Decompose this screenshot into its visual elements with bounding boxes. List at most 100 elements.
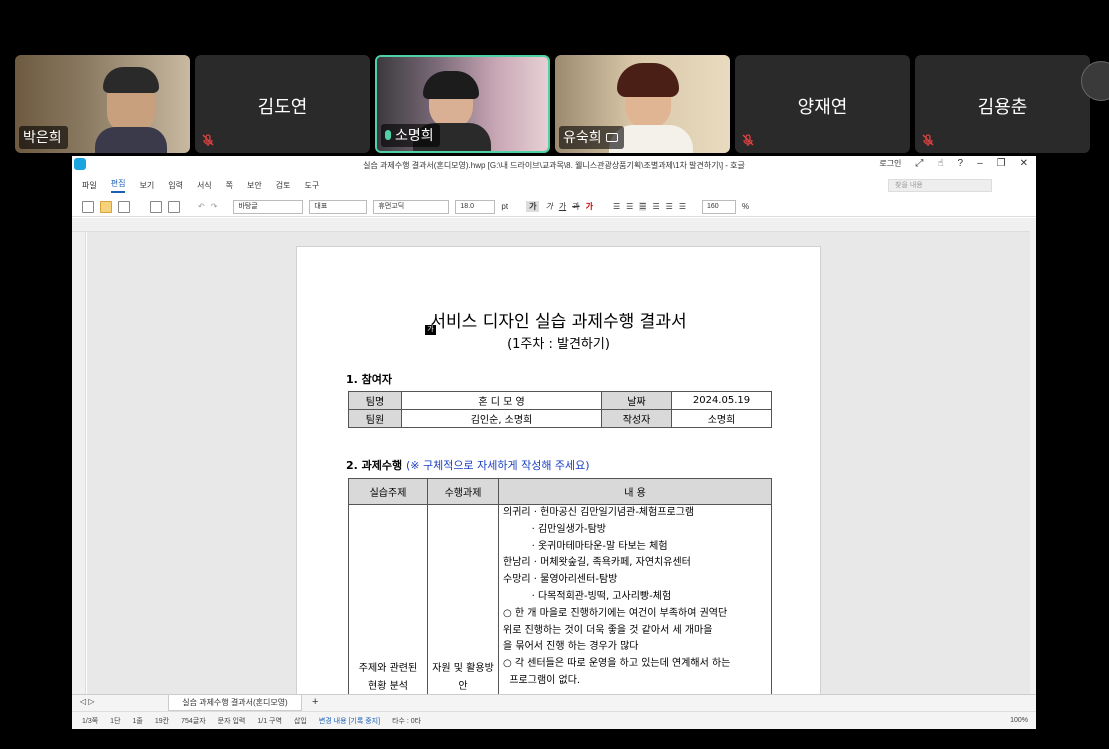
document-window: 실습 과제수행 결과서(혼디모영).hwp [G:\내 드라이브\교과목\8. …	[72, 156, 1036, 729]
participant-tile-2[interactable]: 김도연	[195, 55, 370, 153]
paragraph-select[interactable]: 대표	[309, 199, 368, 214]
content-line: 의귀리 · 헌마공신 김만일기념관-체험프로그램	[503, 507, 695, 518]
search-input[interactable]: 찾을 내용	[888, 179, 992, 192]
content-line: 위로 진행하는 것이 더욱 좋을 것 같아서 세 개마을	[503, 624, 713, 636]
align-left-icon[interactable]: ☰	[613, 202, 620, 211]
mic-active-icon	[385, 130, 391, 140]
new-doc-icon[interactable]	[82, 200, 94, 213]
participant-name-tag: 소명희	[381, 124, 440, 147]
doc-title: 서비스 디자인 실습 과제수행 결과서	[430, 312, 687, 332]
style-select[interactable]: 바탕글	[233, 199, 304, 214]
status-bar: 1/3쪽 1단 1줄 19칸 754글자 문자 입력 1/1 구역 삽입 변경 …	[72, 711, 1036, 729]
menu-review[interactable]: 검토	[276, 180, 291, 191]
status-area: 1/1 구역	[257, 717, 282, 725]
status-chars: 754글자	[181, 717, 206, 725]
undo-icon[interactable]: ↶	[198, 202, 205, 211]
pin-icon[interactable]: ☝	[937, 158, 943, 169]
participant-name-tag: 유숙희	[559, 126, 624, 149]
bold-button[interactable]: 가	[526, 201, 540, 212]
participant-tile-4[interactable]: 유숙희	[555, 55, 730, 153]
font-color-icon[interactable]: 가	[586, 201, 593, 212]
status-insert[interactable]: 삽입	[294, 716, 307, 726]
underline-button[interactable]: 가	[559, 201, 566, 212]
menu-insert[interactable]: 입력	[168, 180, 183, 191]
participant-name: 소명희	[395, 127, 434, 143]
mic-muted-icon	[921, 133, 935, 147]
section-1-title: 1. 참여자	[346, 373, 393, 386]
menu-view[interactable]: 보기	[139, 180, 154, 191]
status-line: 1줄	[132, 717, 143, 725]
content-line: 프로그램이 없다.	[503, 674, 581, 686]
align-right-icon[interactable]: ☰	[652, 202, 659, 211]
col-header-topic: 실습주제	[348, 478, 428, 505]
menu-edit[interactable]: 편집	[110, 178, 126, 193]
menu-format[interactable]: 서식	[197, 180, 212, 191]
participant-name: 양재연	[797, 97, 848, 117]
date-value: 2024.05.19	[671, 391, 772, 410]
participant-name-tag: 박은희	[19, 126, 68, 149]
align-justify-icon[interactable]: ☰	[639, 202, 647, 211]
col-header-task: 수행과제	[427, 478, 499, 505]
add-tab-button[interactable]: +	[312, 696, 318, 708]
participants-table: 팀명 혼 디 모 영 날짜 2024.05.19 팀원 김인순, 소명희 작성자…	[348, 391, 772, 428]
date-label: 날짜	[601, 391, 672, 410]
vertical-scrollbar[interactable]	[1030, 218, 1036, 694]
strikethrough-button[interactable]: 과	[572, 201, 579, 212]
content-line: ○ 각 센터들은 따로 운영을 하고 있는데 연계해서 하는	[503, 658, 731, 670]
print-icon[interactable]	[150, 200, 162, 213]
participant-tile-3[interactable]: 소명희	[375, 55, 550, 153]
horizontal-ruler[interactable]	[72, 218, 1036, 232]
members-label: 팀원	[348, 409, 402, 428]
menu-page[interactable]: 쪽	[226, 180, 233, 191]
section-1-heading: 1. 참여자	[346, 371, 392, 387]
font-select[interactable]: 휴먼고딕	[373, 199, 450, 214]
font-size-input[interactable]: 18.0	[455, 199, 496, 214]
share-screen-icon	[605, 132, 618, 142]
restore-icon[interactable]: ❐	[997, 158, 1006, 169]
zoom-input[interactable]: 160	[701, 199, 736, 214]
vertical-ruler[interactable]	[72, 232, 86, 694]
content-line: · 김만일생가-탐방	[503, 523, 606, 535]
participant-name: 김도연	[257, 97, 308, 117]
save-icon[interactable]	[118, 200, 130, 213]
window-titlebar: 실습 과제수행 결과서(혼디모영).hwp [G:\내 드라이브\교과목\8. …	[72, 156, 1036, 174]
menu-tools[interactable]: 도구	[305, 180, 320, 191]
status-track[interactable]: 변경 내용 [기록 중지]	[319, 716, 380, 726]
team-name-value: 혼 디 모 영	[401, 391, 602, 410]
content-line: 수망리 · 물영아리센터-탐방	[503, 574, 618, 586]
minimize-icon[interactable]: –	[977, 158, 983, 169]
participant-tile-6[interactable]: 김용춘	[915, 55, 1090, 153]
tab-document[interactable]: 실습 과제수행 결과서(혼디모영)	[168, 695, 302, 711]
preview-icon[interactable]	[168, 200, 180, 213]
mic-muted-icon	[201, 133, 215, 147]
login-link[interactable]: 로그인	[879, 158, 901, 169]
align-center-icon[interactable]: ☰	[626, 202, 633, 211]
status-page: 1/3쪽	[82, 717, 99, 725]
participant-name: 김용춘	[977, 97, 1028, 117]
menu-security[interactable]: 보안	[247, 180, 262, 191]
tab-nav-icon[interactable]: ◁ ▷	[80, 697, 95, 706]
distribute-icon[interactable]: ☰	[666, 202, 673, 211]
close-icon[interactable]: ✕	[1020, 158, 1028, 169]
italic-button[interactable]: 가	[545, 201, 552, 212]
section-2-title: 2. 과제수행	[346, 459, 403, 472]
document-canvas[interactable]: 서비스 디자인 실습 과제수행 결과서 가 (1주차 : 발견하기) 1. 참여…	[87, 232, 1030, 694]
status-strokes: 타수 : 0타	[392, 717, 422, 725]
open-folder-icon[interactable]	[100, 200, 112, 213]
section-2-note: (※ 구체적으로 자세하게 작성해 주세요)	[406, 459, 590, 472]
expand-icon[interactable]: ⤢	[915, 158, 923, 169]
content-line: · 다목적회관-빙떡, 고사리빵-체험	[503, 590, 672, 602]
participant-tile-5[interactable]: 양재연	[735, 55, 910, 153]
zoom-unit: %	[741, 202, 750, 211]
participant-tile-1[interactable]: 박은희	[15, 55, 190, 153]
status-zoom[interactable]: 100%	[1010, 717, 1028, 724]
redo-icon[interactable]: ↷	[211, 202, 218, 211]
divide-icon[interactable]: ☰	[679, 202, 686, 211]
document-page[interactable]: 서비스 디자인 실습 과제수행 결과서 가 (1주차 : 발견하기) 1. 참여…	[296, 246, 821, 694]
help-icon[interactable]: ?	[958, 158, 964, 169]
content-line: 을 묶어서 진행 하는 경우가 많다	[503, 641, 639, 653]
menu-file[interactable]: 파일	[82, 180, 97, 191]
members-value: 김인순, 소명희	[401, 409, 602, 428]
mic-muted-icon	[741, 133, 755, 147]
format-toolbar: ↶ ↷ 바탕글 대표 휴먼고딕 18.0 pt 가 가 가 과 가 ☰ ☰ ☰ …	[72, 197, 1036, 217]
